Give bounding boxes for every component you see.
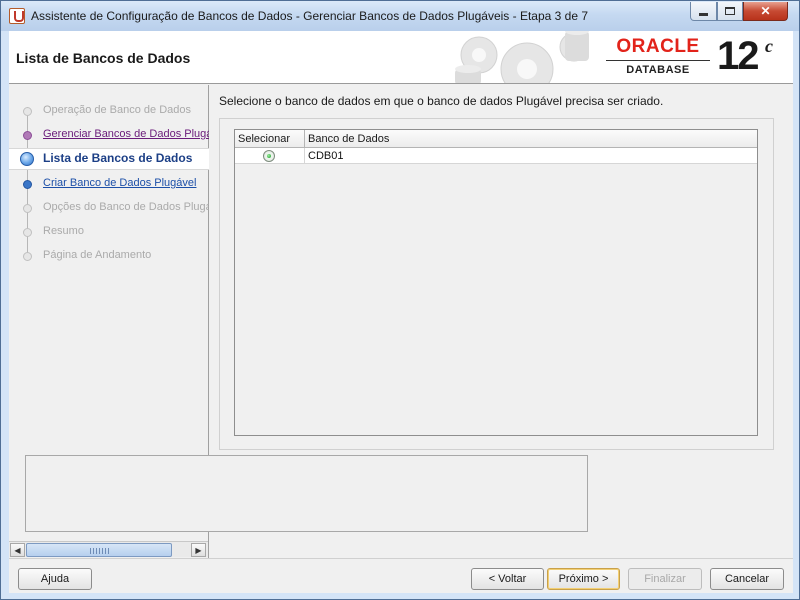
database-radio-button[interactable] — [263, 150, 275, 162]
maximize-button[interactable] — [717, 2, 743, 21]
step-opcoes: Opções do Banco de Dados Plugável — [9, 198, 209, 218]
current-step-icon — [20, 152, 34, 166]
instruction-text: Selecione o banco de dados em que o banc… — [219, 94, 664, 108]
gears-graphic — [455, 31, 589, 83]
step-label[interactable]: Gerenciar Bancos de Dados Plugáveis — [43, 128, 209, 140]
scrollbar-thumb[interactable] — [26, 543, 172, 557]
header-banner: Lista de Bancos de Dados ORACLE DATABASE… — [9, 31, 793, 84]
step-gerenciar[interactable]: Gerenciar Bancos de Dados Plugáveis — [9, 125, 209, 145]
step-criar[interactable]: Criar Banco de Dados Plugável — [9, 174, 209, 194]
cancel-button[interactable]: Cancelar — [710, 568, 784, 590]
close-button[interactable]: ✕ — [743, 2, 788, 21]
database-wordmark: DATABASE — [626, 64, 690, 76]
step-andamento: Página de Andamento — [9, 246, 209, 266]
step-operacao: Operação de Banco de Dados — [9, 101, 209, 121]
version-number: 12 — [717, 34, 759, 78]
cancel-button-label: Cancelar — [724, 573, 770, 585]
finish-button: Finalizar — [628, 568, 702, 590]
steps-horizontal-scrollbar[interactable]: ◀ ▶ — [9, 541, 208, 557]
dbca-window: Assistente de Configuração de Bancos de … — [0, 0, 800, 600]
page-title: Lista de Bancos de Dados — [16, 50, 191, 66]
arrow-right-icon: ▶ — [195, 545, 202, 555]
step-dot-icon — [23, 252, 32, 261]
wizard-client-area: Lista de Bancos de Dados ORACLE DATABASE… — [9, 31, 793, 593]
help-button[interactable]: Ajuda — [18, 568, 92, 590]
step-label: Opções do Banco de Dados Plugável — [43, 201, 209, 213]
step-dot-icon — [23, 204, 32, 213]
step-lista: Lista de Bancos de Dados — [9, 148, 209, 170]
version-suffix: c — [765, 36, 773, 56]
step-label: Operação de Banco de Dados — [43, 104, 191, 116]
oracle-wordmark: ORACLE — [616, 36, 700, 57]
bottom-separator — [9, 558, 793, 559]
java-app-icon — [9, 8, 25, 24]
maximize-icon — [725, 7, 735, 15]
step-dot-icon — [23, 180, 32, 189]
step-label: Resumo — [43, 225, 84, 237]
title-bar[interactable]: Assistente de Configuração de Bancos de … — [1, 1, 799, 31]
step-label: Lista de Bancos de Dados — [43, 151, 193, 165]
database-name-cell[interactable]: CDB01 — [308, 150, 343, 162]
table-row[interactable]: CDB01 — [235, 148, 757, 164]
back-button-label: < Voltar — [488, 573, 527, 585]
step-resumo: Resumo — [9, 222, 209, 242]
logo-rule — [606, 60, 710, 61]
scrollbar-grip — [90, 548, 110, 554]
scroll-left-button[interactable]: ◀ — [10, 543, 25, 557]
help-button-label: Ajuda — [40, 573, 70, 585]
column-header-select[interactable]: Selecionar — [235, 130, 305, 148]
table-header: Selecionar Banco de Dados — [235, 130, 757, 148]
oracle-database-logo: ORACLE DATABASE — [606, 36, 716, 81]
minimize-button[interactable] — [690, 2, 717, 21]
back-button[interactable]: < Voltar — [471, 568, 544, 590]
database-table: Selecionar Banco de Dados CDB01 — [234, 129, 758, 436]
select-cell — [235, 148, 305, 164]
scroll-right-button[interactable]: ▶ — [191, 543, 206, 557]
step-dot-icon — [23, 228, 32, 237]
window-title: Assistente de Configuração de Bancos de … — [31, 9, 588, 23]
step-label: Página de Andamento — [43, 249, 152, 261]
message-area — [25, 455, 588, 532]
step-label[interactable]: Criar Banco de Dados Plugável — [43, 177, 196, 189]
step-dot-icon — [23, 107, 32, 116]
minimize-icon — [699, 12, 708, 16]
step-dot-icon — [23, 131, 32, 140]
next-button[interactable]: Próximo > — [547, 568, 620, 590]
column-header-database[interactable]: Banco de Dados — [305, 130, 757, 148]
next-button-label: Próximo > — [558, 573, 609, 585]
arrow-left-icon: ◀ — [14, 545, 21, 555]
finish-button-label: Finalizar — [644, 573, 686, 585]
close-icon: ✕ — [760, 4, 771, 18]
